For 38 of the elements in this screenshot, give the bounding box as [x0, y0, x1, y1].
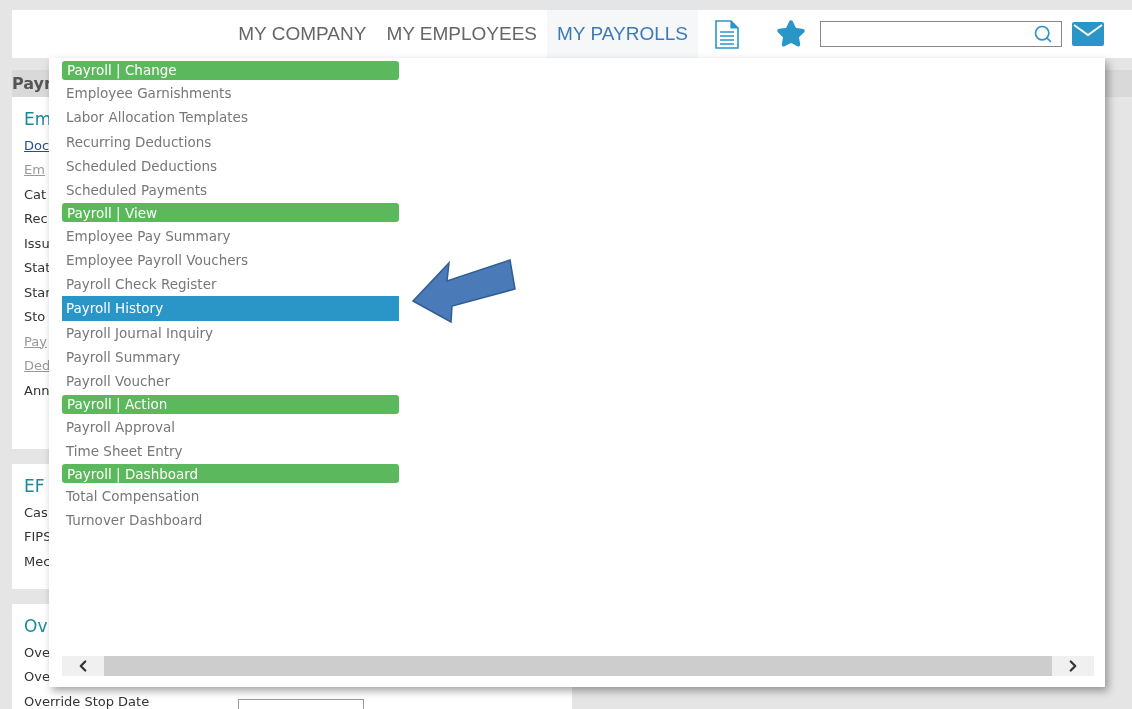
field-label: Ove	[24, 643, 50, 662]
field-label: Ann	[24, 381, 50, 400]
menu-item[interactable]: Employee Pay Summary	[62, 223, 399, 248]
link[interactable]: Doc	[24, 135, 50, 155]
menu-section-header: Payroll | Action	[62, 394, 399, 414]
field-label: Sto	[24, 308, 46, 326]
field-label: Issu	[24, 234, 50, 253]
menu-item[interactable]: Payroll Voucher	[62, 369, 399, 394]
menu-section-header: Payroll | Dashboard	[62, 464, 399, 484]
menu-item[interactable]: Labor Allocation Templates	[62, 105, 399, 130]
menu-section-header: Payroll | View	[62, 203, 399, 223]
field-label: Stat	[24, 259, 51, 277]
menu-item[interactable]: Total Compensation	[62, 484, 399, 509]
menu-item[interactable]: Turnover Dashboard	[62, 508, 399, 533]
field-label: Override Stop Date	[24, 692, 151, 709]
card-title: Ov	[24, 615, 48, 639]
card-title: EF	[24, 475, 45, 499]
menu-item[interactable]: Payroll Summary	[62, 344, 399, 370]
field-label: Ove	[24, 668, 50, 686]
field-label: Cas	[24, 503, 48, 522]
field-label: Rec	[24, 210, 48, 228]
nav-tab[interactable]: MY COMPANY	[228, 10, 377, 58]
menu-section-header: Payroll | Change	[62, 61, 399, 80]
menu-item[interactable]: Payroll Journal Inquiry	[62, 320, 399, 345]
field-label: Cat	[24, 185, 47, 204]
menu-item[interactable]: Scheduled Payments	[62, 178, 399, 203]
menu-item[interactable]: Employee Garnishments	[62, 81, 399, 106]
menu-item[interactable]: Payroll History	[62, 296, 399, 321]
menu-item[interactable]: Scheduled Deductions	[62, 153, 399, 179]
menu-item[interactable]: Recurring Deductions	[62, 129, 399, 154]
field-label: Mec	[24, 552, 51, 571]
menu-item[interactable]: Payroll Check Register	[62, 272, 399, 297]
menu-item[interactable]: Employee Payroll Vouchers	[62, 247, 399, 273]
nav-tab[interactable]: MY PAYROLLS	[547, 10, 698, 58]
nav-tab[interactable]: MY EMPLOYEES	[376, 10, 548, 58]
menu-item[interactable]: Time Sheet Entry	[62, 438, 399, 464]
menu-item[interactable]: Payroll Approval	[62, 414, 399, 439]
field-label: Star	[24, 283, 51, 302]
